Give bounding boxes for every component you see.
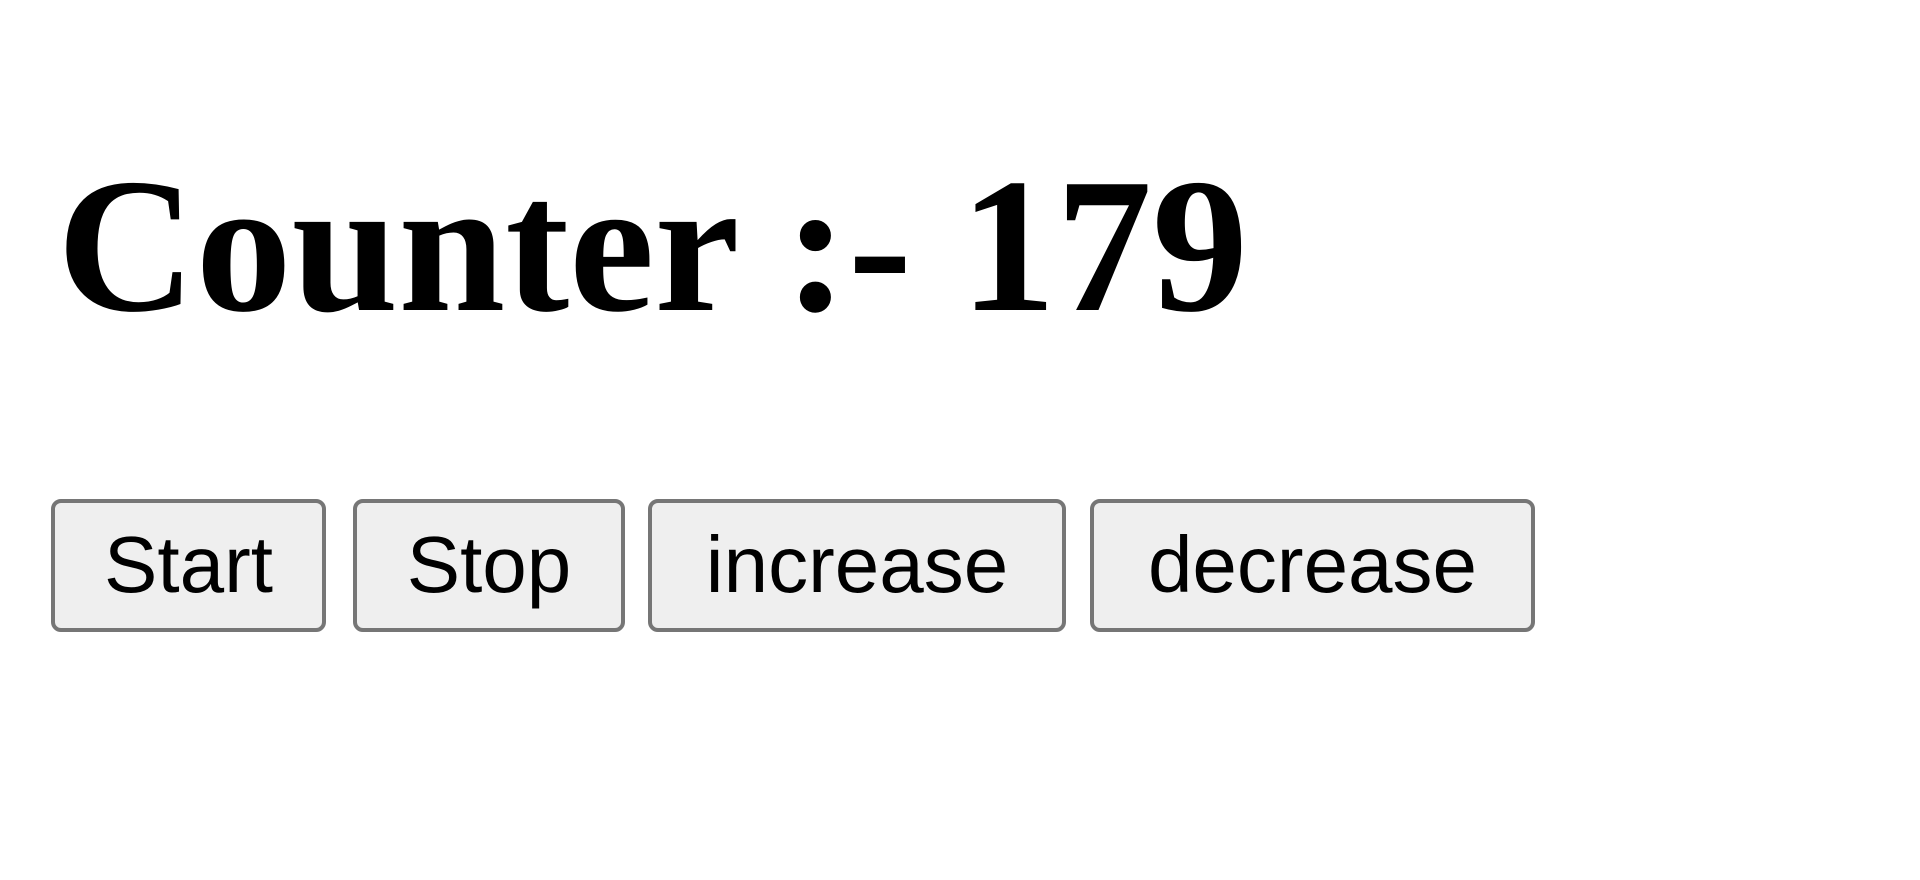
increase-button[interactable]: increase [648, 499, 1066, 632]
stop-button[interactable]: Stop [353, 499, 625, 632]
counter-value: 179 [960, 139, 1248, 352]
decrease-button[interactable]: decrease [1090, 499, 1535, 632]
counter-heading: Counter :- 179 [57, 150, 1248, 342]
counter-label: Counter :- [57, 139, 912, 352]
start-button[interactable]: Start [51, 499, 326, 632]
counter-page: Counter :- 179 Start Stop increase decre… [0, 0, 1920, 880]
